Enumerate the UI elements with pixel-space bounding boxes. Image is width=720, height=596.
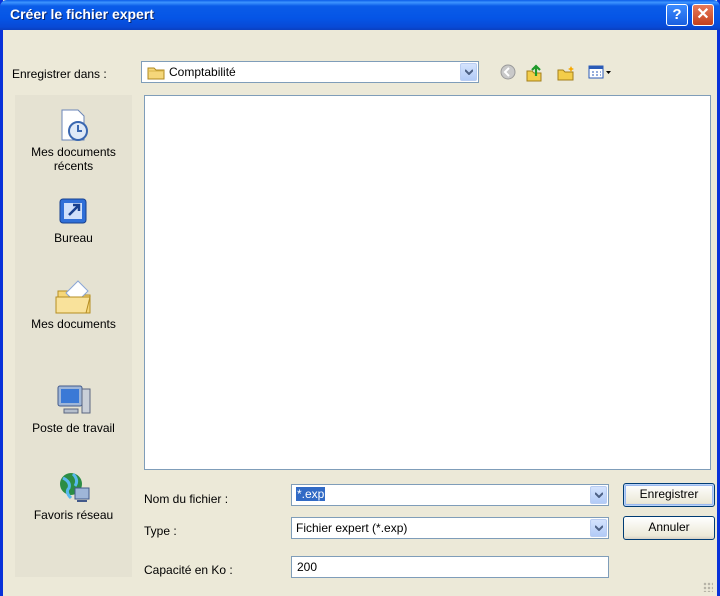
filename-value: *.exp — [296, 487, 326, 501]
close-button[interactable]: ✕ — [692, 4, 714, 26]
view-menu-icon[interactable] — [588, 64, 614, 83]
back-icon[interactable] — [500, 64, 516, 83]
title-bar: Créer le fichier expert ? ✕ — [0, 0, 720, 30]
network-places-icon — [15, 470, 132, 506]
place-label: Poste de travail — [32, 421, 115, 435]
save-in-label: Enregistrer dans : — [12, 67, 107, 81]
type-value: Fichier expert (*.exp) — [296, 521, 408, 535]
type-label: Type : — [144, 524, 177, 538]
filename-label: Nom du fichier : — [144, 492, 229, 506]
recent-documents-icon — [15, 107, 132, 143]
save-in-value: Comptabilité — [169, 65, 236, 79]
save-in-combo[interactable]: Comptabilité — [141, 61, 479, 83]
resize-grip-icon[interactable] — [703, 582, 713, 592]
my-documents-icon — [15, 279, 132, 315]
place-network-places[interactable]: Favoris réseau — [15, 470, 132, 522]
type-combo[interactable]: Fichier expert (*.exp) — [291, 517, 609, 539]
cancel-button[interactable]: Annuler — [623, 516, 715, 540]
place-label: Bureau — [54, 231, 93, 245]
file-list[interactable] — [144, 95, 711, 470]
places-bar: Mes documents récents Bureau Mes documen… — [15, 95, 132, 577]
save-dialog: Créer le fichier expert ? ✕ Enregistrer … — [0, 0, 720, 596]
capacity-label: Capacité en Ko : — [144, 563, 233, 577]
up-folder-icon[interactable] — [525, 64, 543, 85]
place-desktop[interactable]: Bureau — [15, 195, 132, 245]
place-label: Mes documents récents — [31, 145, 116, 173]
place-my-computer[interactable]: Poste de travail — [15, 383, 132, 435]
desktop-icon — [15, 195, 132, 229]
capacity-input[interactable]: 200 — [291, 556, 609, 578]
help-button[interactable]: ? — [666, 4, 688, 26]
place-recent-documents[interactable]: Mes documents récents — [15, 107, 132, 173]
chevron-down-icon[interactable] — [590, 519, 607, 537]
folder-icon — [147, 65, 165, 83]
my-computer-icon — [15, 383, 132, 419]
chevron-down-icon[interactable] — [460, 63, 477, 81]
place-label: Mes documents — [31, 317, 116, 331]
filename-input[interactable]: *.exp — [296, 487, 326, 501]
dialog-title: Créer le fichier expert — [10, 6, 154, 22]
save-button[interactable]: Enregistrer — [623, 483, 715, 507]
place-label: Favoris réseau — [33, 508, 114, 522]
place-my-documents[interactable]: Mes documents — [15, 279, 132, 331]
capacity-value: 200 — [297, 560, 318, 574]
new-folder-icon[interactable] — [556, 64, 576, 85]
chevron-down-icon[interactable] — [590, 486, 607, 504]
filename-combo[interactable]: *.exp — [291, 484, 609, 506]
